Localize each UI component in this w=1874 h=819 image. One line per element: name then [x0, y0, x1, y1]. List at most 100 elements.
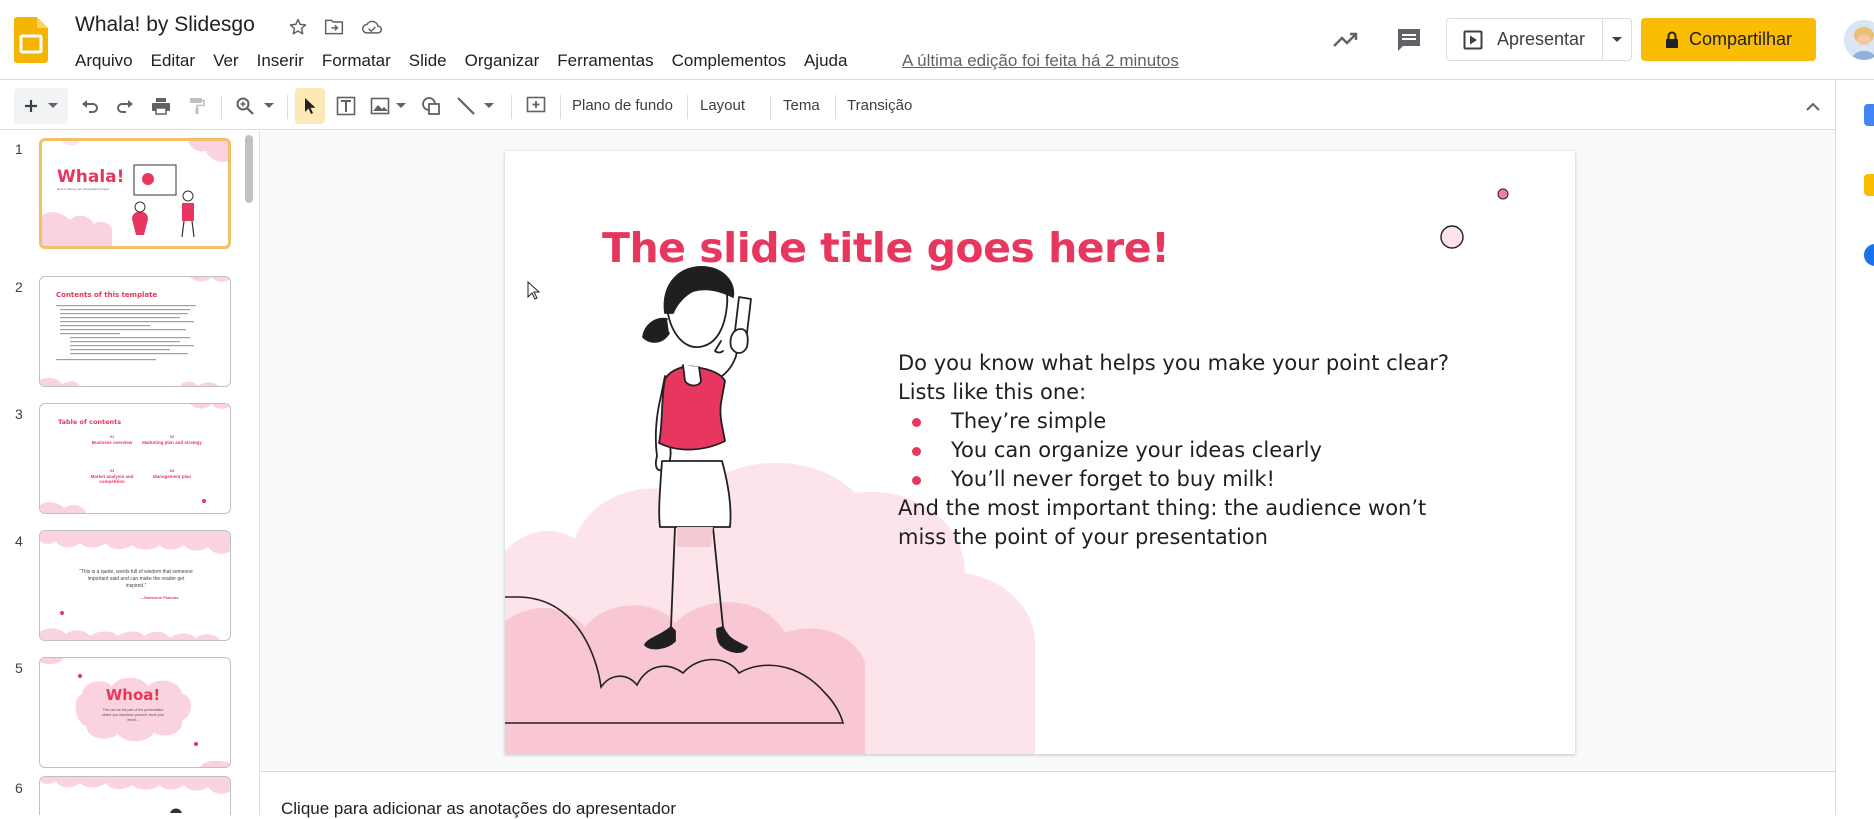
theme-button[interactable]: Tema [783, 97, 820, 114]
undo-icon[interactable] [77, 88, 103, 124]
redo-icon[interactable] [112, 88, 138, 124]
side-panel [1835, 80, 1874, 815]
menu-editar[interactable]: Editar [142, 49, 204, 73]
insert-image-button[interactable] [367, 88, 409, 124]
tasks-icon[interactable] [1864, 244, 1874, 266]
document-title[interactable]: Whala! by Slidesgo [75, 13, 255, 37]
toolbar-divider [770, 95, 771, 119]
thumb-quote-author: —Someone Famous [140, 595, 179, 600]
menu-formatar[interactable]: Formatar [313, 49, 400, 73]
line-tool-button[interactable] [452, 88, 498, 124]
present-options-dropdown[interactable] [1603, 36, 1631, 44]
thumb-item-title: Market analysis and competition [90, 474, 134, 484]
slide-number: 2 [15, 279, 23, 295]
shape-icon[interactable] [416, 88, 446, 124]
layout-button[interactable]: Layout [700, 97, 745, 114]
speaker-notes-panel[interactable]: Clique para adicionar as anotações do ap… [261, 771, 1835, 818]
last-edit-link[interactable]: A última edição foi feita há 2 minutos [902, 51, 1179, 71]
star-icon[interactable] [285, 14, 311, 40]
present-button[interactable]: Apresentar [1447, 19, 1604, 60]
toolbar-bottom-border [0, 129, 1835, 130]
speaker-notes-placeholder[interactable]: Clique para adicionar as anotações do ap… [281, 799, 676, 819]
menu-inserir[interactable]: Inserir [248, 49, 313, 73]
toolbar-divider [287, 95, 288, 119]
thumb-item-title: Management plan [152, 474, 191, 479]
comment-icon[interactable] [1394, 25, 1424, 55]
slide-body-text[interactable]: Do you know what helps you make your poi… [898, 349, 1518, 552]
menu-ferramentas[interactable]: Ferramentas [548, 49, 662, 73]
menu-complementos[interactable]: Complementos [663, 49, 795, 73]
thumb-item-number: 01 [109, 434, 115, 439]
thumb-title: Whala! [57, 167, 125, 187]
text-box-icon[interactable] [332, 88, 360, 124]
toolbar-divider [511, 95, 512, 119]
present-button-group: Apresentar [1446, 18, 1632, 61]
slide-number: 3 [15, 406, 23, 422]
menu-organizar[interactable]: Organizar [456, 49, 549, 73]
body-line: Lists like this one: [898, 380, 1087, 404]
slide-canvas[interactable]: The slide title goes here! Do you know w… [505, 151, 1575, 754]
body-line: Do you know what helps you make your poi… [898, 351, 1450, 375]
slides-logo-icon[interactable] [14, 17, 48, 63]
slide-thumbnail-6[interactable] [39, 776, 231, 815]
cloud-saved-icon[interactable] [359, 14, 385, 40]
chevron-down-icon [396, 103, 406, 108]
slide-number: 5 [15, 660, 23, 676]
editing-toolbar: Plano de fundo Layout Tema Transição [0, 88, 1835, 196]
thumb-item-number: 02 [169, 434, 175, 439]
slide-number: 6 [15, 780, 23, 796]
thumb-title: Whoa! [105, 686, 161, 704]
share-button[interactable]: Compartilhar [1641, 18, 1816, 61]
print-icon[interactable] [148, 88, 174, 124]
background-button[interactable]: Plano de fundo [572, 97, 673, 114]
mouse-cursor-icon [527, 281, 541, 300]
select-tool-icon[interactable] [295, 88, 325, 124]
image-icon [370, 97, 390, 115]
toolbar-divider [835, 95, 836, 119]
toolbar-divider [687, 95, 688, 119]
menu-ajuda[interactable]: Ajuda [795, 49, 856, 73]
paint-format-icon[interactable] [184, 88, 210, 124]
bullet-item: You can organize your ideas clearly [898, 436, 1518, 465]
user-avatar[interactable] [1844, 20, 1874, 60]
slide-number: 1 [15, 141, 23, 157]
body-line: miss the point of your presentation [898, 525, 1268, 549]
app-header: Whala! by Slidesgo Arquivo Editar Ver In… [0, 0, 1874, 80]
slide-thumbnail-4[interactable]: “This is a quote, words full of wisdom t… [39, 530, 231, 641]
menu-slide[interactable]: Slide [400, 49, 456, 73]
collapse-toolbar-icon[interactable] [1800, 88, 1826, 124]
thumb-quote: “This is a quote, words full of wisdom t… [79, 569, 193, 589]
slide-thumbnail-1[interactable]: Whala! Here is where your presentation b… [39, 138, 231, 249]
plus-icon [25, 100, 37, 112]
bullet-item: You’ll never forget to buy milk! [898, 465, 1518, 494]
activity-trend-icon[interactable] [1330, 25, 1360, 55]
cloud-decoration [40, 777, 230, 813]
body-line: And the most important thing: the audien… [898, 496, 1427, 520]
menu-ver[interactable]: Ver [204, 49, 248, 73]
slide-thumbnail-3[interactable]: Table of contents 01 Business overview 0… [39, 403, 231, 514]
lock-icon [1665, 31, 1678, 48]
thumb-item-number: 04 [169, 468, 175, 473]
thumb-title: Contents of this template [56, 291, 158, 299]
add-comment-icon[interactable] [522, 88, 550, 124]
thumb-subtitle: This can be the part of the presentation… [101, 708, 165, 722]
transition-button[interactable]: Transição [847, 97, 912, 114]
slide-thumbnail-5[interactable]: Whoa! This can be the part of the presen… [39, 657, 231, 768]
slide-title[interactable]: The slide title goes here! [602, 224, 1170, 272]
chevron-down-icon [48, 103, 58, 108]
keep-icon[interactable] [1864, 174, 1874, 196]
chevron-down-icon [1612, 36, 1623, 42]
menu-bar: Arquivo Editar Ver Inserir Formatar Slid… [66, 49, 856, 73]
thumb-item-title: Marketing plan and strategy [142, 440, 202, 445]
cloud-decoration [42, 141, 228, 246]
menu-arquivo[interactable]: Arquivo [66, 49, 142, 73]
thumb-item-title: Business overview [91, 440, 133, 445]
move-to-folder-icon[interactable] [321, 14, 347, 40]
zoom-button[interactable] [230, 88, 280, 124]
slide-thumbnail-2[interactable]: Contents of this template [39, 276, 231, 387]
filmstrip-scrollbar[interactable] [245, 135, 253, 203]
share-label: Compartilhar [1688, 29, 1793, 49]
new-slide-button[interactable] [14, 88, 68, 124]
slide-filmstrip: 1 Whala! Here is where your presentation… [0, 131, 260, 815]
calendar-icon[interactable] [1864, 104, 1874, 126]
